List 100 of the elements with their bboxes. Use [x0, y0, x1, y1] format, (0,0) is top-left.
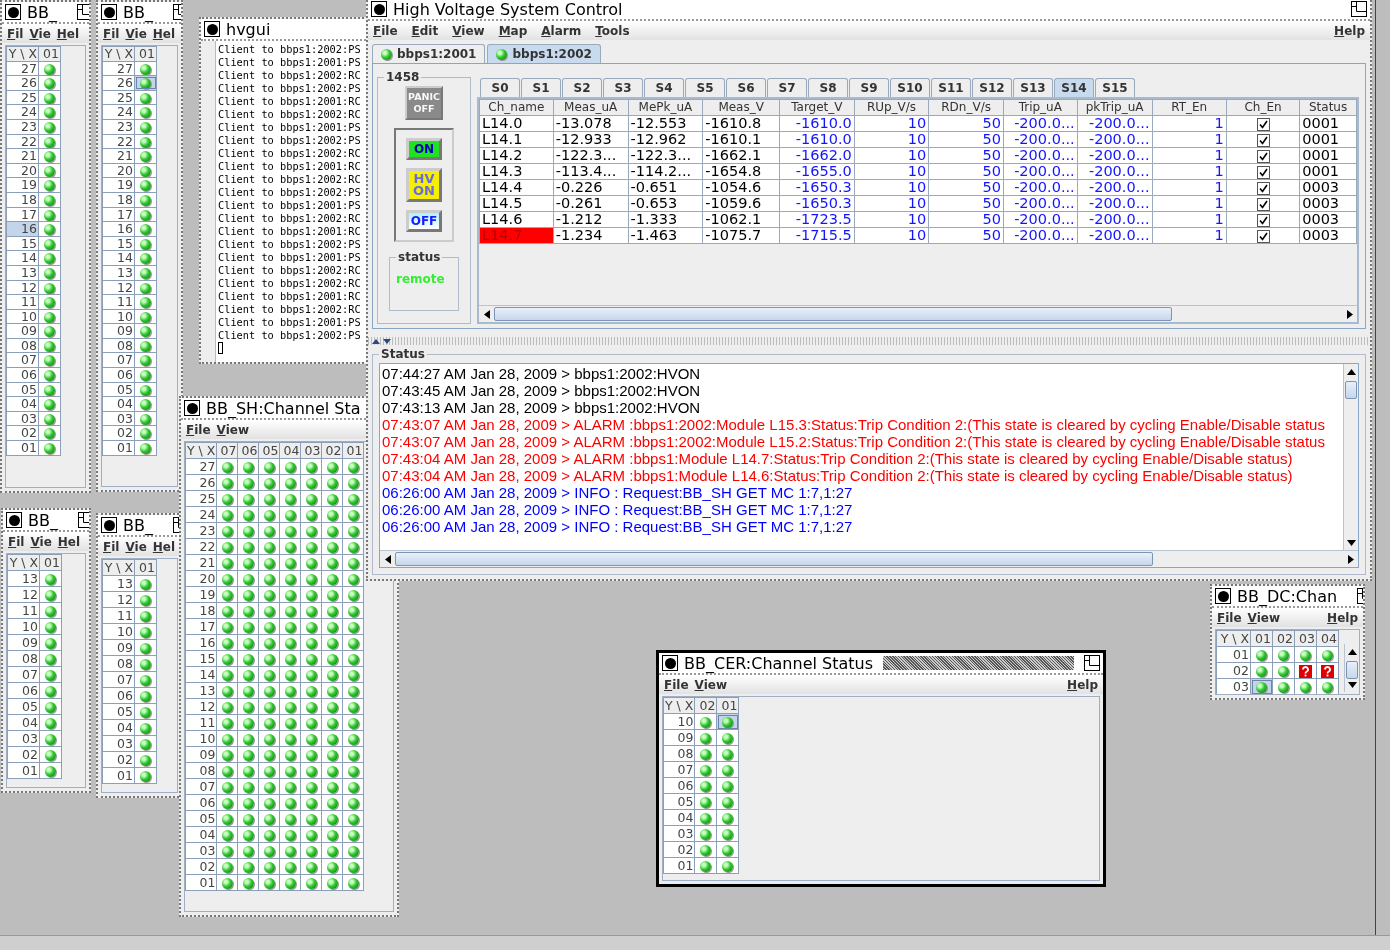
- up-arrow-icon[interactable]: [1346, 368, 1356, 375]
- slot-tab[interactable]: S15: [1095, 78, 1135, 97]
- left-arrow-icon[interactable]: [384, 554, 391, 564]
- right-arrow-icon[interactable]: [1346, 309, 1353, 319]
- menu-item[interactable]: Edit: [411, 23, 439, 38]
- slot-tab[interactable]: S1: [521, 78, 561, 97]
- menu-item[interactable]: Alarm: [541, 23, 582, 38]
- hv-button[interactable]: HV ON: [406, 168, 442, 202]
- column-header[interactable]: Trip_uA: [1003, 99, 1078, 116]
- up-arrow-icon[interactable]: [1347, 648, 1357, 655]
- checkbox[interactable]: [1256, 133, 1270, 147]
- horizontal-scrollbar[interactable]: [479, 305, 1357, 322]
- maximize-icon[interactable]: [1084, 655, 1100, 671]
- window-menu-icon[interactable]: [1215, 588, 1231, 604]
- menu-item[interactable]: View: [452, 23, 485, 38]
- menu-item[interactable]: View: [694, 677, 727, 692]
- window-menu-icon[interactable]: [101, 4, 117, 20]
- column-header[interactable]: RT_En: [1152, 99, 1227, 116]
- splitter-arrows-icon[interactable]: [372, 338, 392, 344]
- slot-tab[interactable]: S7: [767, 78, 807, 97]
- menu-item[interactable]: Help: [1067, 677, 1098, 692]
- checkbox[interactable]: [1256, 165, 1270, 179]
- maximize-icon[interactable]: [76, 4, 89, 20]
- column-header[interactable]: Ch_En: [1226, 99, 1300, 116]
- slot-tab[interactable]: S2: [562, 78, 602, 97]
- slot-tab[interactable]: S6: [726, 78, 766, 97]
- menu-item[interactable]: Tools: [595, 23, 630, 38]
- slot-tab[interactable]: S0: [480, 78, 520, 97]
- menu-item[interactable]: View: [1247, 610, 1280, 625]
- slot-tab[interactable]: S5: [685, 78, 725, 97]
- menu-item[interactable]: Hel: [57, 534, 81, 549]
- menu-item[interactable]: Fil: [7, 26, 24, 41]
- scroll-thumb[interactable]: [395, 552, 1154, 566]
- menu-item[interactable]: File: [1217, 610, 1242, 625]
- column-header[interactable]: Meas_V: [702, 99, 780, 116]
- slot-tab[interactable]: S3: [603, 78, 643, 97]
- scroll-thumb[interactable]: [1346, 661, 1358, 679]
- slot-tab[interactable]: S11: [931, 78, 971, 97]
- slot-tab[interactable]: S4: [644, 78, 684, 97]
- scroll-thumb[interactable]: [494, 307, 1173, 321]
- right-arrow-icon[interactable]: [1347, 554, 1354, 564]
- column-header[interactable]: RUp_V/s: [854, 99, 929, 116]
- window-menu-icon[interactable]: [5, 4, 21, 20]
- column-header[interactable]: Meas_uA: [553, 99, 629, 116]
- checkbox[interactable]: [1256, 229, 1270, 243]
- menu-item[interactable]: Hel: [152, 26, 176, 41]
- checkbox[interactable]: [1256, 213, 1270, 227]
- menu-item[interactable]: File: [664, 677, 689, 692]
- column-header[interactable]: Target_V: [779, 99, 855, 116]
- menu-item[interactable]: Hel: [56, 26, 80, 41]
- vertical-scrollbar[interactable]: [1343, 364, 1358, 550]
- menu-item[interactable]: File: [373, 23, 398, 38]
- menu-item[interactable]: Vie: [30, 534, 52, 549]
- slot-tab[interactable]: S13: [1013, 78, 1053, 97]
- menu-item[interactable]: Vie: [29, 26, 51, 41]
- window-menu-icon[interactable]: [101, 517, 117, 533]
- hv-button[interactable]: OFF: [406, 210, 442, 232]
- slot-tab[interactable]: S8: [808, 78, 848, 97]
- window-menu-icon[interactable]: [662, 655, 678, 671]
- status-light-icon: [347, 862, 359, 873]
- maximize-icon[interactable]: [1351, 1, 1367, 17]
- menu-item[interactable]: Fil: [8, 534, 25, 549]
- window-menu-icon[interactable]: [6, 512, 22, 528]
- checkbox[interactable]: [1256, 149, 1270, 163]
- down-arrow-icon[interactable]: [1347, 681, 1357, 688]
- status-light-icon: [305, 606, 317, 617]
- maximize-icon[interactable]: [77, 512, 89, 528]
- menu-item[interactable]: View: [216, 422, 249, 437]
- menu-item[interactable]: Vie: [125, 26, 147, 41]
- column-header[interactable]: MePk_uA: [628, 99, 703, 116]
- column-header[interactable]: RDn_V/s: [928, 99, 1004, 116]
- checkbox[interactable]: [1256, 117, 1270, 131]
- menu-item[interactable]: Help: [1327, 610, 1358, 625]
- checkbox[interactable]: [1256, 197, 1270, 211]
- window-menu-icon[interactable]: [184, 400, 200, 416]
- vertical-scrollbar[interactable]: [1344, 644, 1359, 692]
- menu-item[interactable]: File: [186, 422, 211, 437]
- host-tab[interactable]: bbps1:2002: [487, 44, 601, 63]
- slot-tab[interactable]: S14: [1054, 78, 1094, 97]
- left-arrow-icon[interactable]: [483, 309, 490, 319]
- window-menu-icon[interactable]: [371, 1, 387, 17]
- hv-button[interactable]: ON: [406, 138, 442, 160]
- window-menu-icon[interactable]: [204, 21, 220, 37]
- slot-tab[interactable]: S12: [972, 78, 1012, 97]
- horizontal-scrollbar[interactable]: [380, 550, 1358, 567]
- column-header[interactable]: pkTrip_uA: [1077, 99, 1152, 116]
- column-header[interactable]: Status: [1299, 99, 1357, 116]
- menu-item[interactable]: Fil: [103, 539, 120, 554]
- host-tab[interactable]: bbps1:2001: [372, 44, 486, 63]
- scroll-thumb[interactable]: [1345, 381, 1357, 399]
- menu-item[interactable]: Map: [498, 23, 528, 38]
- menu-item[interactable]: Fil: [103, 26, 120, 41]
- menu-item[interactable]: Vie: [125, 539, 147, 554]
- slot-tab[interactable]: S10: [890, 78, 930, 97]
- down-arrow-icon[interactable]: [1346, 539, 1356, 546]
- checkbox[interactable]: [1256, 181, 1270, 195]
- slot-tab[interactable]: S9: [849, 78, 889, 97]
- column-header[interactable]: Ch_name: [479, 99, 554, 116]
- menu-item[interactable]: Hel: [152, 539, 176, 554]
- menu-item[interactable]: Help: [1334, 23, 1365, 38]
